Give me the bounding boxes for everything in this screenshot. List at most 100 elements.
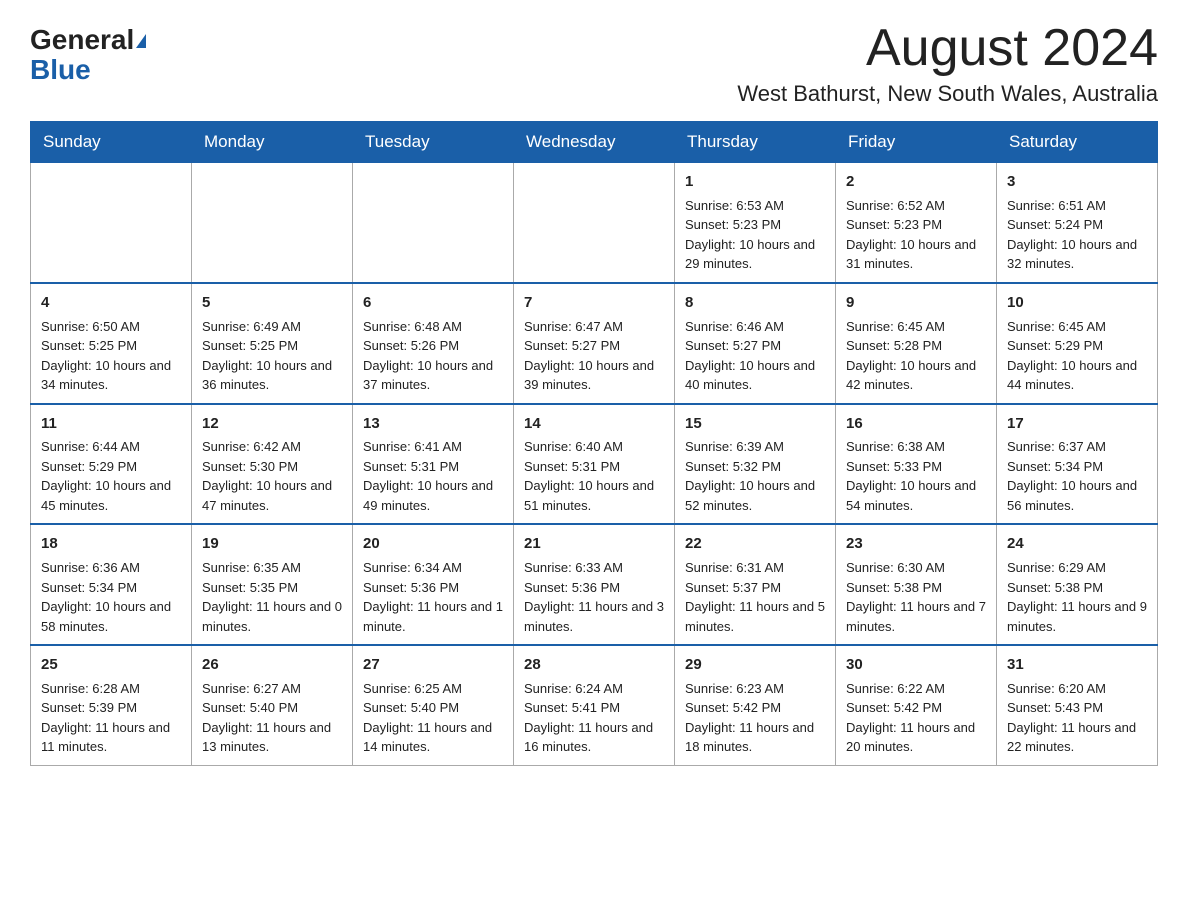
day-number: 3 [1007,171,1147,193]
calendar-header-sunday: Sunday [31,122,192,163]
day-info: Sunrise: 6:31 AM Sunset: 5:37 PM Dayligh… [685,558,825,636]
title-block: August 2024 West Bathurst, New South Wal… [737,20,1158,107]
day-info: Sunrise: 6:37 AM Sunset: 5:34 PM Dayligh… [1007,437,1147,515]
day-info: Sunrise: 6:38 AM Sunset: 5:33 PM Dayligh… [846,437,986,515]
day-info: Sunrise: 6:34 AM Sunset: 5:36 PM Dayligh… [363,558,503,636]
calendar-day-cell: 25 Sunrise: 6:28 AM Sunset: 5:39 PM Dayli… [31,645,192,765]
calendar-day-cell: 19Sunrise: 6:35 AM Sunset: 5:35 PM Dayli… [192,524,353,645]
calendar-day-cell: 3 Sunrise: 6:51 AM Sunset: 5:24 PM Daylig… [997,163,1158,283]
location-title: West Bathurst, New South Wales, Australi… [737,81,1158,107]
day-info: Sunrise: 6:33 AM Sunset: 5:36 PM Dayligh… [524,558,664,636]
day-info: Sunrise: 6:45 AM Sunset: 5:28 PM Dayligh… [846,317,986,395]
day-number: 11 [41,413,181,435]
calendar-day-cell: 30 Sunrise: 6:22 AM Sunset: 5:42 PM Dayli… [836,645,997,765]
logo: General Blue [30,20,146,86]
day-info: Sunrise: 6:48 AM Sunset: 5:26 PM Dayligh… [363,317,503,395]
day-number: 26 [202,654,342,676]
day-info: Sunrise: 6:24 AM Sunset: 5:41 PM Dayligh… [524,679,664,757]
calendar-table: SundayMondayTuesdayWednesdayThursdayFrid… [30,121,1158,766]
calendar-day-cell: 13Sunrise: 6:41 AM Sunset: 5:31 PM Dayli… [353,404,514,525]
day-info: Sunrise: 6:50 AM Sunset: 5:25 PM Dayligh… [41,317,181,395]
day-number: 1 [685,171,825,193]
calendar-day-cell [514,163,675,283]
calendar-day-cell: 28 Sunrise: 6:24 AM Sunset: 5:41 PM Dayli… [514,645,675,765]
calendar-week-row: 18Sunrise: 6:36 AM Sunset: 5:34 PM Dayli… [31,524,1158,645]
calendar-day-cell: 9 Sunrise: 6:45 AM Sunset: 5:28 PM Daylig… [836,283,997,404]
day-number: 12 [202,413,342,435]
calendar-day-cell: 22Sunrise: 6:31 AM Sunset: 5:37 PM Dayli… [675,524,836,645]
day-number: 27 [363,654,503,676]
calendar-week-row: 1Sunrise: 6:53 AM Sunset: 5:23 PM Daylig… [31,163,1158,283]
day-number: 24 [1007,533,1147,555]
day-number: 21 [524,533,664,555]
calendar-day-cell: 8Sunrise: 6:46 AM Sunset: 5:27 PM Daylig… [675,283,836,404]
day-info: Sunrise: 6:22 AM Sunset: 5:42 PM Dayligh… [846,679,986,757]
day-number: 14 [524,413,664,435]
day-info: Sunrise: 6:27 AM Sunset: 5:40 PM Dayligh… [202,679,342,757]
day-number: 17 [1007,413,1147,435]
calendar-day-cell: 20 Sunrise: 6:34 AM Sunset: 5:36 PM Dayli… [353,524,514,645]
calendar-header-row: SundayMondayTuesdayWednesdayThursdayFrid… [31,122,1158,163]
day-info: Sunrise: 6:39 AM Sunset: 5:32 PM Dayligh… [685,437,825,515]
day-info: Sunrise: 6:23 AM Sunset: 5:42 PM Dayligh… [685,679,825,757]
calendar-day-cell [31,163,192,283]
day-info: Sunrise: 6:47 AM Sunset: 5:27 PM Dayligh… [524,317,664,395]
day-number: 2 [846,171,986,193]
month-title: August 2024 [737,20,1158,77]
calendar-header-tuesday: Tuesday [353,122,514,163]
calendar-header-saturday: Saturday [997,122,1158,163]
calendar-day-cell: 27 Sunrise: 6:25 AM Sunset: 5:40 PM Dayli… [353,645,514,765]
day-info: Sunrise: 6:46 AM Sunset: 5:27 PM Dayligh… [685,317,825,395]
calendar-day-cell: 21 Sunrise: 6:33 AM Sunset: 5:36 PM Dayli… [514,524,675,645]
day-number: 25 [41,654,181,676]
day-info: Sunrise: 6:20 AM Sunset: 5:43 PM Dayligh… [1007,679,1147,757]
calendar-day-cell: 26 Sunrise: 6:27 AM Sunset: 5:40 PM Dayli… [192,645,353,765]
day-info: Sunrise: 6:42 AM Sunset: 5:30 PM Dayligh… [202,437,342,515]
calendar-day-cell: 16Sunrise: 6:38 AM Sunset: 5:33 PM Dayli… [836,404,997,525]
calendar-week-row: 11Sunrise: 6:44 AM Sunset: 5:29 PM Dayli… [31,404,1158,525]
day-number: 10 [1007,292,1147,314]
calendar-week-row: 25 Sunrise: 6:28 AM Sunset: 5:39 PM Dayli… [31,645,1158,765]
calendar-day-cell: 14Sunrise: 6:40 AM Sunset: 5:31 PM Dayli… [514,404,675,525]
calendar-week-row: 4 Sunrise: 6:50 AM Sunset: 5:25 PM Daylig… [31,283,1158,404]
calendar-day-cell: 24Sunrise: 6:29 AM Sunset: 5:38 PM Dayli… [997,524,1158,645]
calendar-header-thursday: Thursday [675,122,836,163]
day-number: 31 [1007,654,1147,676]
day-number: 23 [846,533,986,555]
calendar-day-cell [192,163,353,283]
day-info: Sunrise: 6:52 AM Sunset: 5:23 PM Dayligh… [846,196,986,274]
day-info: Sunrise: 6:49 AM Sunset: 5:25 PM Dayligh… [202,317,342,395]
calendar-day-cell: 7Sunrise: 6:47 AM Sunset: 5:27 PM Daylig… [514,283,675,404]
calendar-day-cell: 10Sunrise: 6:45 AM Sunset: 5:29 PM Dayli… [997,283,1158,404]
calendar-day-cell: 1Sunrise: 6:53 AM Sunset: 5:23 PM Daylig… [675,163,836,283]
day-number: 6 [363,292,503,314]
calendar-day-cell: 23Sunrise: 6:30 AM Sunset: 5:38 PM Dayli… [836,524,997,645]
day-info: Sunrise: 6:25 AM Sunset: 5:40 PM Dayligh… [363,679,503,757]
day-number: 13 [363,413,503,435]
logo-blue: Blue [30,54,91,86]
day-number: 15 [685,413,825,435]
day-info: Sunrise: 6:41 AM Sunset: 5:31 PM Dayligh… [363,437,503,515]
day-info: Sunrise: 6:40 AM Sunset: 5:31 PM Dayligh… [524,437,664,515]
day-number: 29 [685,654,825,676]
day-number: 19 [202,533,342,555]
calendar-day-cell: 31 Sunrise: 6:20 AM Sunset: 5:43 PM Dayli… [997,645,1158,765]
day-number: 4 [41,292,181,314]
day-number: 30 [846,654,986,676]
day-info: Sunrise: 6:51 AM Sunset: 5:24 PM Dayligh… [1007,196,1147,274]
calendar-day-cell: 5Sunrise: 6:49 AM Sunset: 5:25 PM Daylig… [192,283,353,404]
page-header: General Blue August 2024 West Bathurst, … [30,20,1158,107]
calendar-day-cell: 11Sunrise: 6:44 AM Sunset: 5:29 PM Dayli… [31,404,192,525]
calendar-header-wednesday: Wednesday [514,122,675,163]
calendar-day-cell: 29 Sunrise: 6:23 AM Sunset: 5:42 PM Dayli… [675,645,836,765]
day-number: 20 [363,533,503,555]
logo-triangle-icon [136,34,146,48]
calendar-day-cell: 17Sunrise: 6:37 AM Sunset: 5:34 PM Dayli… [997,404,1158,525]
calendar-day-cell: 18Sunrise: 6:36 AM Sunset: 5:34 PM Dayli… [31,524,192,645]
calendar-day-cell: 12Sunrise: 6:42 AM Sunset: 5:30 PM Dayli… [192,404,353,525]
day-info: Sunrise: 6:28 AM Sunset: 5:39 PM Dayligh… [41,679,181,757]
day-number: 28 [524,654,664,676]
day-number: 9 [846,292,986,314]
calendar-day-cell [353,163,514,283]
logo-general: General [30,24,134,55]
